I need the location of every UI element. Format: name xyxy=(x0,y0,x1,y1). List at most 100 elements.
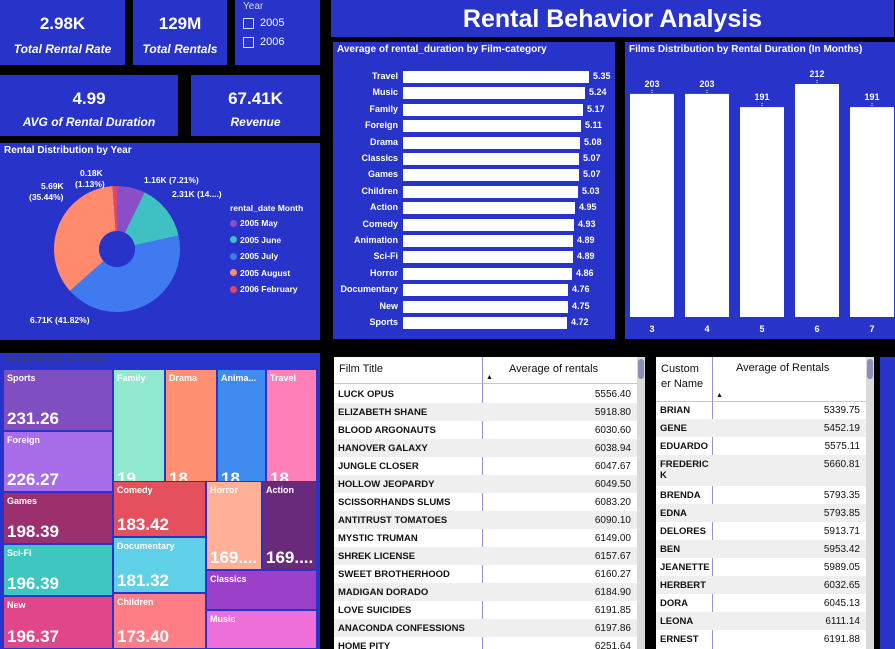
table-row[interactable]: HANOVER GALAXY 6038.94 xyxy=(334,439,637,457)
hbar[interactable] xyxy=(403,185,578,198)
legend-item[interactable]: 2006 February xyxy=(230,284,298,294)
hbar[interactable] xyxy=(403,317,567,329)
table-row[interactable]: SWEET BROTHERHOOD 6160.27 xyxy=(334,565,637,583)
table-row[interactable]: MADIGAN DORADO 6184.90 xyxy=(334,583,637,601)
table-row[interactable]: HOME PITY 6251.64 xyxy=(334,637,637,649)
rental-distribution-panel[interactable]: Rental Distribution by Year rental_date … xyxy=(0,143,320,340)
table-row[interactable]: JUNGLE CLOSER 6047.67 xyxy=(334,457,637,475)
table-row[interactable]: BLOOD ARGONAUTS 6030.60 xyxy=(334,421,637,439)
treemap-cell[interactable]: Classics xyxy=(206,570,317,610)
table-row[interactable]: ANTITRUST TOMATOES 6090.10 xyxy=(334,511,637,529)
vbar-chart[interactable]: 203 3 203 4 191 5 212 6 191 7 xyxy=(625,42,895,339)
slicer-option-2006[interactable]: 2006 xyxy=(243,36,284,48)
table-cell-value: 5339.75 xyxy=(823,405,860,416)
kpi-total-rentals[interactable]: 129M Total Rentals xyxy=(133,0,227,65)
hbar[interactable] xyxy=(403,103,583,116)
table-row[interactable]: BRIAN 5339.75 xyxy=(656,401,866,419)
table-row[interactable]: HERBERT 6032.65 xyxy=(656,575,866,594)
vbar[interactable] xyxy=(740,107,784,317)
table-row[interactable]: LUCK OPUS 5556.40 xyxy=(334,385,637,403)
scroll-thumb[interactable] xyxy=(867,359,873,379)
hbar[interactable] xyxy=(403,71,589,83)
col-header-average[interactable]: Average of Rentals xyxy=(736,362,829,374)
table-row[interactable]: JEANETTE 5989.05 xyxy=(656,558,866,576)
table-row[interactable]: DORA 6045.13 xyxy=(656,594,866,612)
treemap-cell[interactable]: New 196.37 xyxy=(3,596,113,649)
vbar[interactable] xyxy=(630,93,674,317)
table-row[interactable]: LOVE SUICIDES 6191.85 xyxy=(334,601,637,619)
hbar[interactable] xyxy=(403,120,581,133)
films-by-duration-panel[interactable]: Films Distribution by Rental Duration (I… xyxy=(625,42,895,339)
table-row[interactable]: EDUARDO 5575.11 xyxy=(656,437,866,455)
hbar-label: Action xyxy=(370,202,398,213)
hbar[interactable] xyxy=(403,169,579,182)
table-row[interactable]: ERNEST 6191.88 xyxy=(656,630,866,648)
scroll-thumb[interactable] xyxy=(638,359,644,379)
table-row[interactable]: SCISSORHANDS SLUMS 6083.20 xyxy=(334,493,637,511)
treemap-cell[interactable]: Documentary 181.32 xyxy=(113,537,206,593)
film-table[interactable]: Film Title Average of rentals ▲ LUCK OPU… xyxy=(334,357,637,649)
col-header-average[interactable]: Average of rentals xyxy=(509,363,598,375)
sort-ascending-icon[interactable]: ▲ xyxy=(716,392,723,399)
treemap-cell[interactable]: Comedy 183.42 xyxy=(113,481,206,537)
treemap-cell[interactable]: Anima... 18... xyxy=(217,369,266,491)
col-header-customer-name[interactable]: Custom er Name xyxy=(661,362,709,392)
vbar[interactable] xyxy=(850,107,894,317)
treemap-cell[interactable]: Sports 231.26 xyxy=(3,369,113,431)
table-row[interactable]: BEN 5953.42 xyxy=(656,539,866,558)
legend-dot-icon xyxy=(230,285,237,293)
table-row[interactable]: BRENDA 5793.35 xyxy=(656,486,866,504)
table-cell-name: SWEET BROTHERHOOD xyxy=(338,569,450,580)
treemap-cell[interactable]: Children 173.40 xyxy=(113,593,206,649)
kpi-revenue[interactable]: 67.41K Revenue xyxy=(191,75,320,136)
hbar[interactable] xyxy=(403,202,575,215)
rental-rates-panel[interactable]: Rental Rates of Films Sports 231.26 Foreig… xyxy=(0,353,320,649)
hbar[interactable] xyxy=(403,153,579,165)
legend-item[interactable]: 2005 August xyxy=(230,268,290,278)
treemap-cell[interactable]: Foreign 226.27 xyxy=(3,431,113,492)
hbar[interactable] xyxy=(403,235,573,247)
legend-item[interactable]: 2005 June xyxy=(230,235,281,245)
customer-table[interactable]: Custom er Name Average of Rentals ▲ BRIA… xyxy=(656,357,866,649)
hbar[interactable] xyxy=(403,267,572,280)
slicer-option-2005[interactable]: 2005 xyxy=(243,17,284,29)
table-row[interactable]: ELIZABETH SHANE 5918.80 xyxy=(334,403,637,421)
table-row[interactable]: GENE 5452.19 xyxy=(656,419,866,437)
hbar[interactable] xyxy=(403,284,568,297)
table-row[interactable]: LEONA 6111.14 xyxy=(656,611,866,630)
table-row[interactable]: DELORES 5913.71 xyxy=(656,522,866,540)
treemap-cell[interactable]: Horror 169.... xyxy=(206,481,262,570)
treemap-cell[interactable]: Travel 18... xyxy=(266,369,317,491)
treemap-cell[interactable]: Sci-Fi 196.39 xyxy=(3,544,113,596)
table-row[interactable]: SHREK LICENSE 6157.67 xyxy=(334,547,637,565)
hbar[interactable] xyxy=(403,251,573,264)
customer-table-scrollbar[interactable] xyxy=(866,357,874,649)
legend-item[interactable]: 2005 May xyxy=(230,218,278,228)
duration-by-category-panel[interactable]: Average of rental_duration by Film-categ… xyxy=(333,42,615,339)
hbar[interactable] xyxy=(403,300,568,313)
legend-item[interactable]: 2005 July xyxy=(230,251,278,261)
table-row[interactable]: ANACONDA CONFESSIONS 6197.86 xyxy=(334,619,637,637)
kpi-total-rental-rate[interactable]: 2.98K Total Rental Rate xyxy=(0,0,125,65)
table-row[interactable]: MYSTIC TRUMAN 6149.00 xyxy=(334,529,637,547)
film-table-scrollbar[interactable] xyxy=(637,357,645,649)
checkbox-icon[interactable] xyxy=(243,17,254,29)
col-header-film-title[interactable]: Film Title xyxy=(339,363,383,375)
treemap-cell[interactable]: Family 19... xyxy=(113,369,165,491)
vbar[interactable] xyxy=(795,84,839,317)
table-row[interactable]: EDNA 5793.85 xyxy=(656,503,866,522)
year-slicer[interactable]: Year 2005 2006 xyxy=(235,0,320,65)
vbar[interactable] xyxy=(685,93,729,317)
treemap-cell[interactable]: Music xyxy=(206,610,317,649)
table-row[interactable]: HOLLOW JEOPARDY 6049.50 xyxy=(334,475,637,493)
kpi-avg-rental-duration[interactable]: 4.99 AVG of Rental Duration xyxy=(0,75,178,136)
checkbox-icon[interactable] xyxy=(243,36,254,48)
hbar[interactable] xyxy=(403,87,585,100)
sort-ascending-icon[interactable]: ▲ xyxy=(486,374,493,381)
treemap-cell[interactable]: Drama 18... xyxy=(165,369,217,491)
treemap-cell[interactable]: Action 169.... xyxy=(262,481,317,570)
hbar[interactable] xyxy=(403,136,580,149)
table-row[interactable]: FREDERIC K 5660.81 xyxy=(656,455,866,486)
treemap-cell[interactable]: Games 198.39 xyxy=(3,492,113,544)
hbar[interactable] xyxy=(403,218,574,231)
